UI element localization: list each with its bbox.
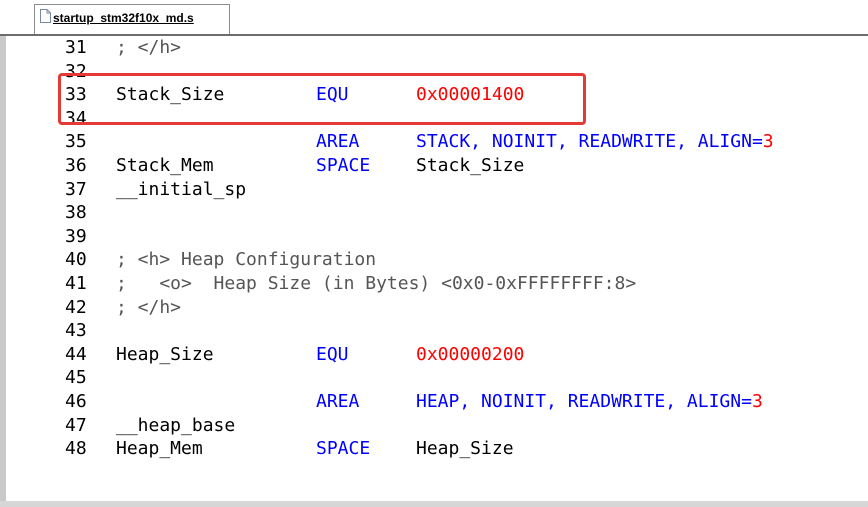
operand-text: Stack_Size	[416, 155, 525, 176]
line-number: 39	[65, 225, 87, 247]
operand-number: 3	[762, 131, 774, 153]
code-line[interactable]: 39	[0, 226, 868, 248]
highlight-annotation-box	[58, 73, 586, 125]
code-number: 0x00000200	[416, 343, 525, 365]
code-line[interactable]: 44 Heap_Size EQU 0x00000200	[0, 344, 868, 366]
code-line[interactable]: 43	[0, 320, 868, 342]
code-keyword: AREA	[316, 131, 360, 153]
file-icon	[40, 9, 51, 23]
line-number: 45	[65, 367, 87, 389]
code-operands: HEAP, NOINIT, READWRITE, ALIGN=3	[416, 391, 763, 413]
code-label: __initial_sp	[116, 178, 247, 200]
code-operands: Stack_Size	[416, 155, 524, 177]
code-line[interactable]: 40 ; <h> Heap Configuration	[0, 249, 868, 271]
file-tab-label: startup_stm32f10x_md.s	[53, 11, 194, 25]
operand-text: STACK, NOINIT, READWRITE, ALIGN=	[416, 131, 763, 153]
code-line[interactable]: 48 Heap_Mem SPACE Heap_Size	[0, 438, 868, 460]
operand-number: 3	[751, 391, 763, 412]
line-number: 40	[65, 249, 87, 271]
line-number: 35	[65, 131, 87, 153]
code-operands: Heap_Size	[416, 438, 514, 460]
code-comment: ; </h>	[116, 296, 182, 318]
code-keyword: EQU	[316, 343, 349, 365]
code-keyword: AREA	[316, 391, 360, 412]
code-keyword: SPACE	[316, 438, 371, 460]
code-line[interactable]: 46 AREA HEAP, NOINIT, READWRITE, ALIGN=3	[0, 391, 868, 413]
operand-text: HEAP, NOINIT, READWRITE, ALIGN=	[416, 391, 752, 412]
code-comment: ; </h>	[116, 37, 182, 58]
file-tab[interactable]: startup_stm32f10x_md.s	[34, 4, 230, 34]
line-number: 43	[65, 320, 87, 342]
code-label: Stack_Mem	[116, 155, 214, 176]
code-line[interactable]: 37 __initial_sp	[0, 179, 868, 201]
line-number: 44	[65, 343, 87, 365]
code-line[interactable]: 41 ; <o> Heap Size (in Bytes) <0x0-0xFFFF…	[0, 273, 868, 295]
code-operands: STACK, NOINIT, READWRITE, ALIGN=3	[416, 131, 774, 153]
code-line[interactable]: 42 ; </h>	[0, 297, 868, 319]
line-number: 47	[65, 414, 87, 436]
line-number: 42	[65, 296, 87, 318]
operand-text: Heap_Size	[416, 438, 514, 460]
code-line[interactable]: 38	[0, 202, 868, 224]
line-number: 31	[65, 37, 87, 58]
code-label: Heap_Size	[116, 343, 214, 365]
line-number: 48	[65, 438, 87, 460]
editor-tab-bar: startup_stm32f10x_md.s	[0, 0, 868, 34]
line-number: 38	[65, 202, 87, 224]
line-number: 37	[65, 178, 87, 200]
code-line[interactable]: 47 __heap_base	[0, 415, 868, 437]
code-line[interactable]: 35 AREA STACK, NOINIT, READWRITE, ALIGN=3	[0, 131, 868, 153]
code-line[interactable]: 31 ; </h>	[0, 37, 868, 59]
code-keyword: SPACE	[316, 155, 371, 176]
code-comment: ; <h> Heap Configuration	[116, 249, 377, 271]
code-line[interactable]: 36 Stack_Mem SPACE Stack_Size	[0, 155, 868, 177]
horizontal-scrollbar[interactable]	[0, 501, 868, 507]
code-line[interactable]: 45	[0, 367, 868, 389]
line-number: 46	[65, 391, 87, 412]
line-number: 36	[65, 155, 87, 176]
code-label: __heap_base	[116, 414, 236, 436]
code-label: Heap_Mem	[116, 438, 203, 460]
line-number: 41	[65, 273, 87, 294]
code-comment: ; <o> Heap Size (in Bytes) <0x0-0xFFFFFF…	[116, 273, 637, 294]
